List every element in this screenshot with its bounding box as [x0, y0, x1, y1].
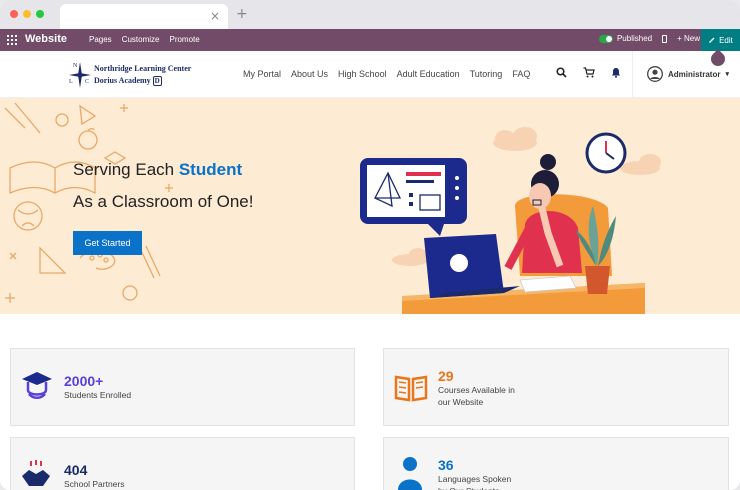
stat-number-languages: 36 [438, 457, 454, 473]
main-nav: My Portal About Us High School Adult Edu… [243, 69, 530, 79]
apps-grid-icon[interactable] [7, 35, 17, 45]
browser-tab[interactable]: × [60, 4, 228, 29]
stat-label-partners: School Partners [64, 479, 125, 489]
close-tab-icon[interactable]: × [210, 9, 220, 23]
published-label: Published [616, 34, 653, 43]
open-book-icon [394, 375, 428, 402]
stat-number-students: 2000+ [64, 373, 104, 389]
logo-letter-c: C [85, 79, 89, 85]
toggle-switch-icon [598, 34, 613, 43]
user-menu[interactable]: Administrator ▾ [647, 66, 729, 82]
browser-chrome: × + [0, 0, 740, 29]
mobile-preview-icon[interactable] [662, 34, 668, 43]
logo-line-2-text: Dorius Academy [94, 76, 151, 85]
edit-button[interactable]: Edit [701, 29, 740, 51]
admin-menu-pages[interactable]: Pages [89, 35, 112, 44]
logo-line-1: Northridge Learning Center [94, 64, 192, 73]
avatar-icon [647, 66, 663, 82]
admin-menu-customize[interactable]: Customize [122, 35, 160, 44]
bell-icon[interactable] [611, 67, 621, 78]
header-divider [632, 51, 633, 98]
handshake-icon [22, 460, 50, 486]
stat-card-languages: 36 Languages Spoken by Our Students [383, 437, 729, 490]
logo-letter-l: L [69, 79, 73, 85]
stat-number-courses: 29 [438, 368, 454, 384]
nav-high-school[interactable]: High School [338, 69, 387, 79]
admin-bar: Website Pages Customize Promote Publishe… [0, 29, 740, 51]
admin-app-title[interactable]: Website [25, 33, 67, 45]
published-toggle[interactable]: Published [598, 34, 653, 43]
stat-number-partners: 404 [64, 462, 88, 478]
chevron-down-icon: ▾ [725, 71, 729, 78]
hero-headline-accent: Student [178, 160, 243, 179]
logo-letter-n: N [73, 63, 78, 69]
person-icon [398, 457, 422, 490]
new-tab-icon[interactable]: + [236, 6, 248, 22]
admin-menu-promote[interactable]: Promote [169, 35, 199, 44]
nav-about-us[interactable]: About Us [291, 69, 328, 79]
graduation-cap-icon [22, 372, 52, 399]
close-window-button[interactable] [10, 10, 18, 18]
nav-faq[interactable]: FAQ [512, 69, 530, 79]
nav-tutoring[interactable]: Tutoring [470, 69, 503, 79]
new-button[interactable]: + New [677, 34, 700, 43]
stat-label-students: Students Enrolled [64, 390, 132, 400]
user-name: Administrator [668, 69, 721, 79]
hero-headline-line1: Serving Each Student [73, 160, 242, 180]
edit-label: Edit [719, 35, 733, 45]
stat-card-students: 2000+ Students Enrolled [10, 348, 355, 426]
hero-banner: Serving Each Student As a Classroom of O… [0, 98, 740, 314]
cart-icon[interactable] [583, 67, 595, 78]
hero-headline-line2: As a Classroom of One! [73, 192, 254, 211]
stat-card-courses: 29 Courses Available in our Website [383, 348, 729, 426]
presentation-bubble-icon [360, 158, 467, 236]
admin-right-controls: Published + New [598, 34, 700, 43]
logo-d-mark: D [152, 76, 162, 86]
compass-logo-icon: N L C [69, 62, 91, 88]
logo-line-2: Dorius Academy D [94, 76, 162, 86]
site-logo[interactable]: N L C Northridge Learning Center Dorius … [68, 59, 208, 91]
search-icon[interactable] [556, 67, 567, 78]
site-header: N L C Northridge Learning Center Dorius … [0, 51, 740, 98]
maximize-window-button[interactable] [36, 10, 44, 18]
browser-window: × + Website Pages Customize Promote Publ… [0, 0, 740, 490]
pencil-icon [709, 37, 715, 43]
wall-clock-icon [585, 132, 627, 174]
nav-adult-education[interactable]: Adult Education [397, 69, 460, 79]
header-icons [556, 67, 621, 78]
stat-label-languages: Languages Spoken by Our Students [438, 474, 512, 490]
stat-card-partners: 404 School Partners [10, 437, 355, 490]
stat-label-courses: Courses Available in our Website [438, 385, 515, 407]
admin-menu: Pages Customize Promote [89, 35, 200, 44]
get-started-button[interactable]: Get Started [73, 231, 142, 255]
minimize-window-button[interactable] [23, 10, 31, 18]
nav-my-portal[interactable]: My Portal [243, 69, 281, 79]
hero-headline-prefix: Serving Each [73, 160, 179, 179]
